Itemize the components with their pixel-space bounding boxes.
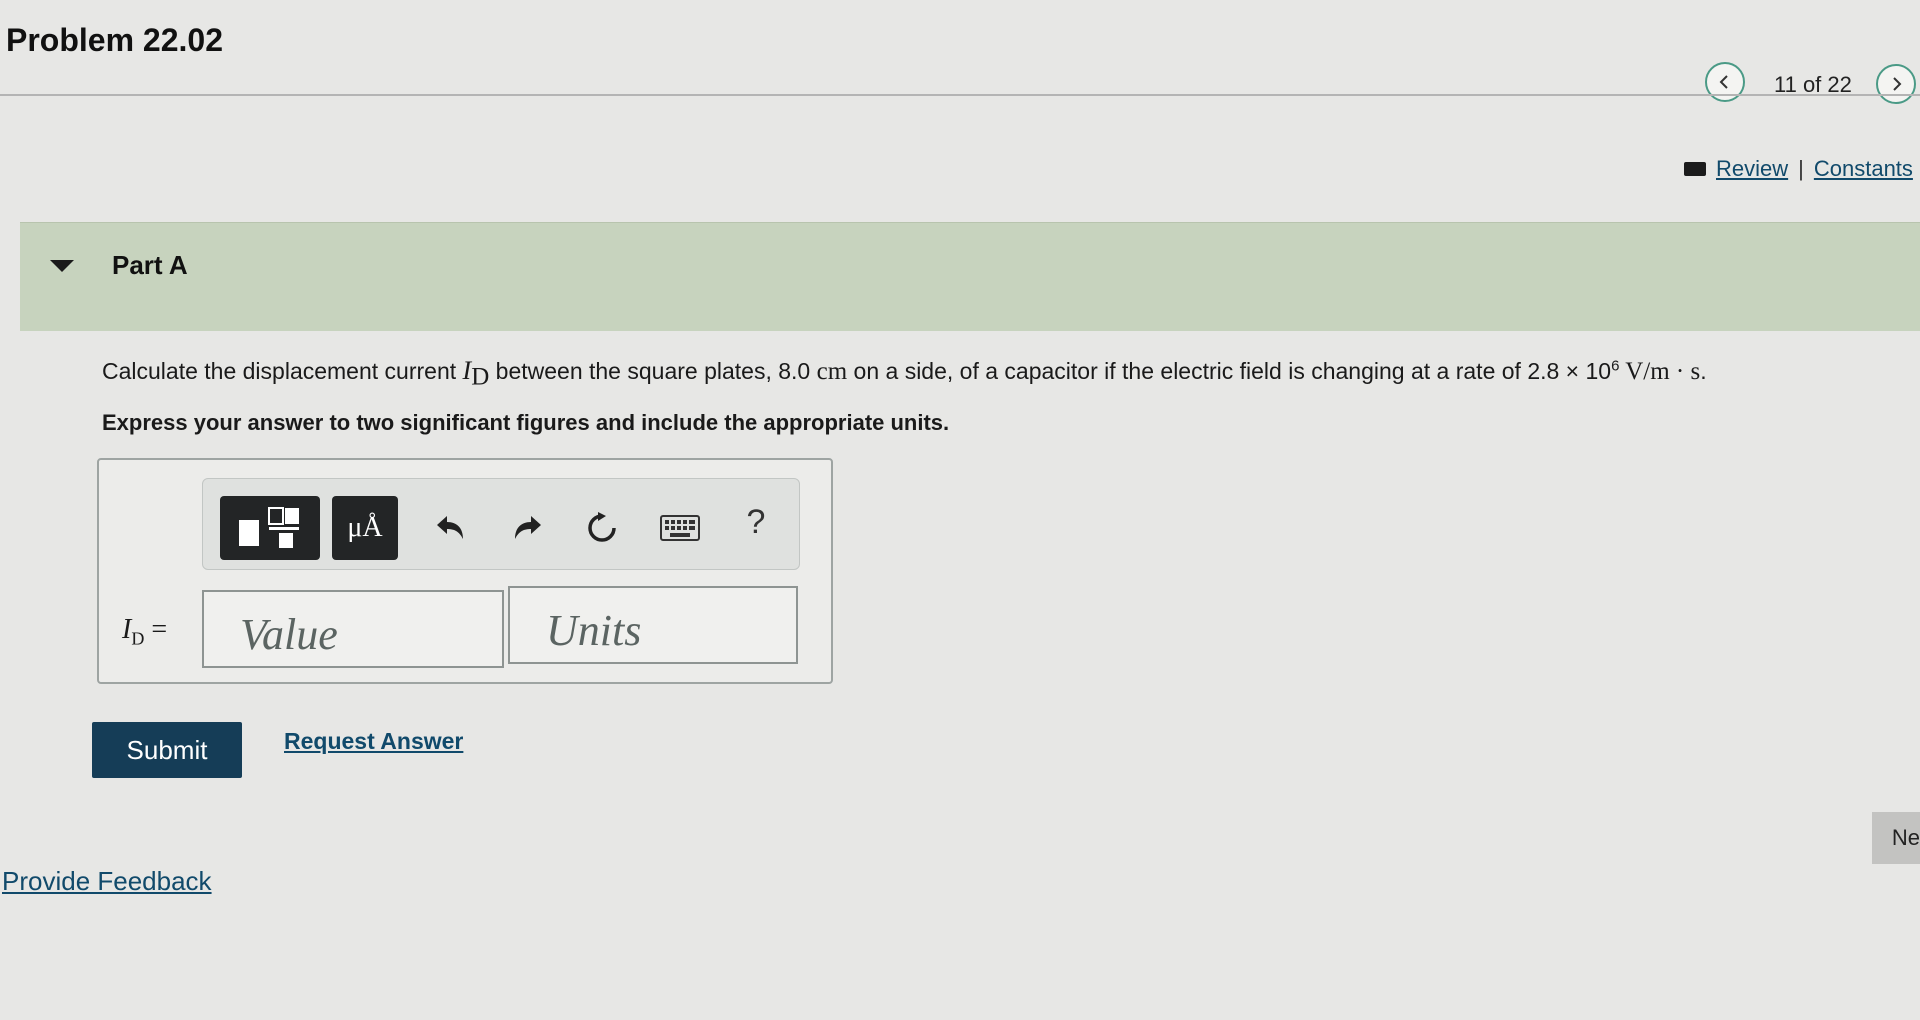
answer-instruction: Express your answer to two significant f… [102, 410, 950, 435]
units-button[interactable]: μÅ [332, 496, 398, 560]
provide-feedback-link[interactable]: Provide Feedback [2, 866, 212, 897]
constants-link[interactable]: Constants [1814, 156, 1913, 182]
question-text-before: Calculate the displacement current [102, 358, 463, 384]
undo-button[interactable] [428, 506, 472, 550]
part-header[interactable] [20, 222, 1920, 331]
answer-variable: I [122, 614, 132, 645]
link-separator: | [1798, 156, 1804, 181]
fraction-template-icon [239, 507, 299, 548]
reset-button[interactable] [580, 506, 624, 550]
units-input[interactable] [508, 586, 798, 664]
redo-icon [515, 516, 541, 539]
submit-button[interactable]: Submit [92, 722, 242, 778]
chevron-left-icon [1719, 75, 1728, 89]
resources-bar: Review | Constants [1684, 156, 1913, 182]
help-button[interactable]: ? [734, 500, 778, 544]
problem-title: Problem 22.02 [6, 22, 223, 58]
header-divider [0, 94, 1920, 96]
previous-problem-button[interactable] [1705, 62, 1745, 102]
next-part-button[interactable]: Ne [1872, 812, 1920, 864]
redo-button[interactable] [506, 506, 550, 550]
undo-icon [437, 516, 463, 539]
question-symbol: I [462, 356, 472, 385]
part-title: Part A [112, 250, 188, 280]
value-input[interactable] [202, 590, 504, 668]
templates-button[interactable] [220, 496, 320, 560]
keyboard-button[interactable] [658, 506, 702, 550]
answer-variable-subscript: D [131, 628, 145, 649]
answer-variable-label: ID = [122, 614, 167, 650]
book-icon [1684, 162, 1706, 176]
question-text-middle1: between the square plates, 8.0 [489, 358, 817, 384]
question-text: Calculate the displacement current ID be… [102, 356, 1707, 392]
chevron-right-icon [1893, 77, 1902, 91]
question-symbol-subscript: D [471, 363, 490, 391]
review-link[interactable]: Review [1716, 156, 1788, 182]
question-text-middle2: on a side, of a capacitor if the electri… [847, 358, 1612, 384]
next-problem-button[interactable] [1876, 64, 1916, 104]
question-text-end: . [1700, 358, 1707, 384]
caret-down-icon[interactable] [48, 258, 76, 274]
reset-icon [588, 512, 616, 542]
answer-equals: = [144, 614, 168, 645]
keyboard-icon [660, 515, 700, 541]
question-unit-rate: V/m · s [1619, 358, 1701, 385]
question-unit-cm: cm [816, 358, 848, 385]
request-answer-link[interactable]: Request Answer [284, 728, 463, 755]
